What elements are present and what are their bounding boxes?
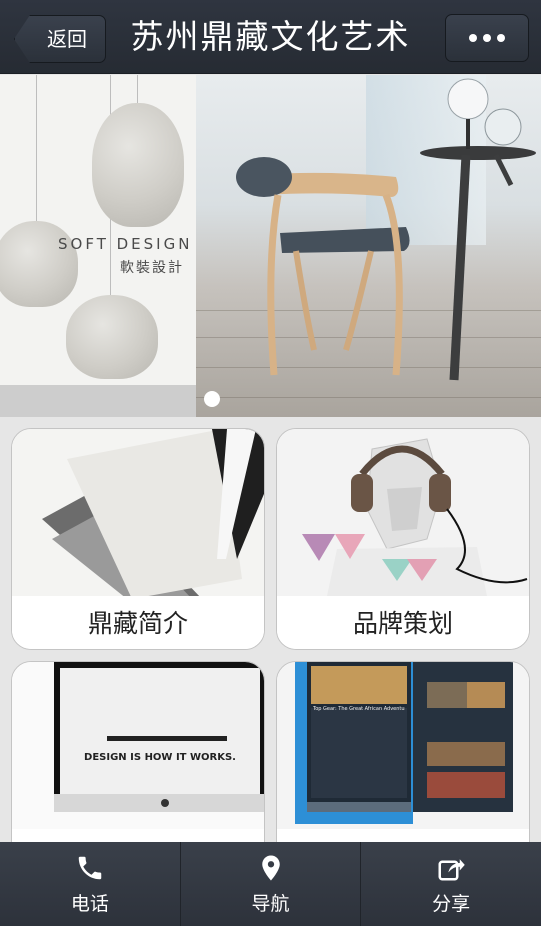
more-dots-icon [483, 34, 491, 42]
pendant-lamp-image [0, 221, 78, 307]
banner-slide-lamps: SOFT DESIGN 軟裝設計 [0, 75, 196, 385]
location-pin-icon [261, 855, 280, 880]
app-page: 返回 苏州鼎藏文化艺术 SOFT DESIGN 軟裝設計 鼎藏简介 品牌策划 D… [0, 0, 541, 926]
page-title: 苏州鼎藏文化艺术 [130, 17, 411, 56]
pendant-lamp-image [66, 295, 158, 379]
banner-caption-cn: 軟裝設計 [120, 260, 184, 276]
carousel-indicator-dot[interactable] [204, 391, 220, 407]
tile-brand-image [277, 429, 529, 596]
tile-about[interactable]: 鼎藏简介 [11, 428, 265, 650]
more-dots-icon [497, 34, 505, 42]
share-label: 分享 [432, 892, 471, 915]
navigate-label: 导航 [251, 892, 290, 915]
phone-icon [78, 856, 102, 879]
banner-caption-en: SOFT DESIGN [58, 235, 193, 253]
more-button[interactable] [445, 14, 529, 62]
chair-table-image [236, 78, 536, 381]
back-button[interactable]: 返回 [14, 15, 106, 63]
more-dots-icon [469, 34, 477, 42]
tile-about-image [12, 429, 264, 596]
monitor-screen-text: DESIGN IS HOW IT WORKS. [84, 752, 236, 763]
bottom-action-bar: 电话 导航 分享 [0, 842, 541, 926]
top-nav-bar: 返回 苏州鼎藏文化艺术 [0, 0, 541, 74]
tile-design-image: DESIGN IS HOW IT WORKS. [12, 662, 264, 829]
share-icon [438, 858, 465, 880]
tile-about-label: 鼎藏简介 [12, 596, 264, 649]
tile-app-image: Top Gear: The Great African Adventure [277, 662, 529, 829]
banner-slide-chair [196, 75, 541, 417]
pendant-lamp-image [92, 103, 184, 227]
app-title-text: Top Gear: The Great African Adventure [313, 706, 405, 712]
call-button[interactable]: 电话 [0, 842, 180, 926]
share-button[interactable]: 分享 [360, 842, 541, 926]
banner-strip [0, 385, 196, 417]
call-label: 电话 [70, 892, 109, 915]
tile-brand[interactable]: 品牌策划 [276, 428, 530, 650]
banner-carousel[interactable]: SOFT DESIGN 軟裝設計 [0, 75, 541, 417]
navigate-button[interactable]: 导航 [179, 842, 361, 926]
tile-brand-label: 品牌策划 [277, 596, 529, 649]
